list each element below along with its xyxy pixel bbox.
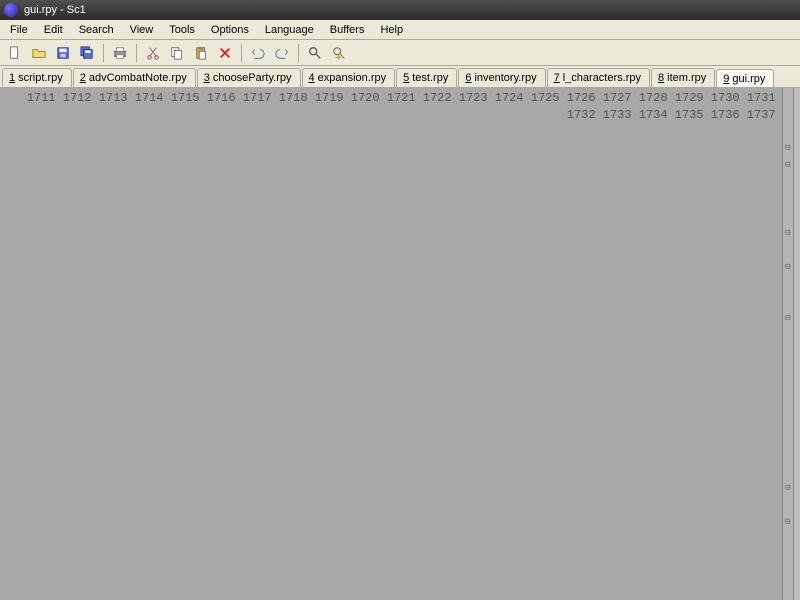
print-button[interactable]: [109, 43, 131, 63]
tab-l_characters-rpy[interactable]: 7 l_characters.rpy: [547, 68, 650, 87]
menu-search[interactable]: Search: [71, 22, 122, 38]
find-button[interactable]: [304, 43, 326, 63]
titlebar: gui.rpy - Sc1: [0, 0, 800, 20]
toolbar-separator: [136, 44, 137, 62]
toolbar-separator: [241, 44, 242, 62]
editor-area[interactable]: 1711 1712 1713 1714 1715 1716 1717 1718 …: [0, 88, 800, 600]
copy-button[interactable]: [166, 43, 188, 63]
toolbar: [0, 40, 800, 66]
save-button[interactable]: [52, 43, 74, 63]
menu-file[interactable]: File: [2, 22, 36, 38]
tab-bar: 1 script.rpy2 advCombatNote.rpy3 chooseP…: [0, 66, 800, 88]
redo-button[interactable]: [271, 43, 293, 63]
menu-help[interactable]: Help: [372, 22, 411, 38]
line-number-gutter: 1711 1712 1713 1714 1715 1716 1717 1718 …: [0, 88, 783, 600]
open-file-button[interactable]: [28, 43, 50, 63]
menu-edit[interactable]: Edit: [36, 22, 71, 38]
delete-button[interactable]: [214, 43, 236, 63]
tab-gui-rpy[interactable]: 9 gui.rpy: [716, 69, 774, 88]
tab-test-rpy[interactable]: 5 test.rpy: [396, 68, 457, 87]
cut-button[interactable]: [142, 43, 164, 63]
paste-button[interactable]: [190, 43, 212, 63]
tab-expansion-rpy[interactable]: 4 expansion.rpy: [302, 68, 396, 87]
tab-advCombatNote-rpy[interactable]: 2 advCombatNote.rpy: [73, 68, 196, 87]
tab-inventory-rpy[interactable]: 6 inventory.rpy: [458, 68, 545, 87]
save-all-button[interactable]: [76, 43, 98, 63]
menu-tools[interactable]: Tools: [161, 22, 203, 38]
undo-button[interactable]: [247, 43, 269, 63]
menu-view[interactable]: View: [122, 22, 162, 38]
toolbar-separator: [103, 44, 104, 62]
tab-item-rpy[interactable]: 8 item.rpy: [651, 68, 715, 87]
window-title: gui.rpy - Sc1: [24, 4, 86, 16]
tab-chooseParty-rpy[interactable]: 3 chooseParty.rpy: [197, 68, 301, 87]
new-file-button[interactable]: [4, 43, 26, 63]
tab-script-rpy[interactable]: 1 script.rpy: [2, 68, 72, 87]
replace-button[interactable]: [328, 43, 350, 63]
app-icon: [4, 3, 18, 17]
menu-buffers[interactable]: Buffers: [322, 22, 373, 38]
menu-options[interactable]: Options: [203, 22, 257, 38]
menu-language[interactable]: Language: [257, 22, 322, 38]
fold-gutter[interactable]: ⊟⊟⊟⊟⊟⊟⊟: [783, 88, 794, 600]
toolbar-separator: [298, 44, 299, 62]
menubar: FileEditSearchViewToolsOptionsLanguageBu…: [0, 20, 800, 40]
code-content[interactable]: background None has vbox hbox box_wrap T…: [794, 88, 800, 600]
